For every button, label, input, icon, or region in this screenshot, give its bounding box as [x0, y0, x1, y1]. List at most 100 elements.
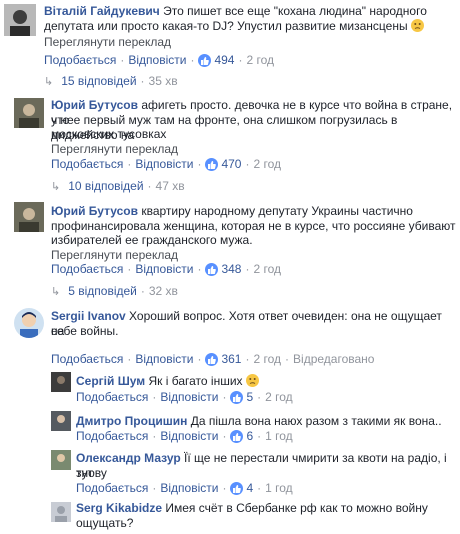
comment-text: избирателей ее гражданского мужа.: [51, 233, 253, 247]
like-link[interactable]: Подобається: [51, 352, 123, 366]
reply-arrow-icon: ↳: [44, 75, 54, 88]
replies-count[interactable]: 15 відповідей: [61, 74, 136, 88]
comment-actions: Подобається · Відповісти · 361 · 2 год · Від…: [51, 352, 375, 366]
comment-actions: Подобається · Відповісти · 5 · 2 год: [76, 390, 293, 404]
avatar[interactable]: [51, 372, 71, 392]
author-name[interactable]: Віталій Гайдукевич: [44, 4, 160, 18]
thumbs-up-icon: [205, 262, 219, 276]
avatar-image: [14, 98, 44, 128]
timestamp[interactable]: 1 год: [265, 429, 293, 443]
comment-text: Имея счёт в Сбербанке рф как то можно во…: [165, 501, 428, 515]
avatar[interactable]: [51, 502, 71, 522]
avatar[interactable]: [51, 411, 71, 431]
like-count[interactable]: 470: [221, 157, 241, 171]
reply-link[interactable]: Відповісти: [135, 262, 193, 276]
like-count[interactable]: 5: [246, 390, 253, 404]
like-link[interactable]: Подобається: [44, 53, 116, 67]
author-name[interactable]: Юрий Бутусов: [51, 204, 138, 218]
reply-link[interactable]: Відповісти: [128, 53, 186, 67]
thumbs-up-icon: [198, 53, 212, 67]
thumbs-up-icon: [230, 390, 244, 404]
thumbs-up-icon: [205, 157, 219, 171]
comment-text: себе войны.: [51, 324, 119, 338]
like-link[interactable]: Подобається: [76, 429, 148, 443]
author-name[interactable]: Олександр Мазур: [76, 451, 181, 465]
avatar[interactable]: [14, 98, 44, 128]
reply: Serg Kikabidze Имея счёт в Сбербанке рф …: [0, 498, 460, 534]
comment-text: Да пішла вона наюх разом з такими як вон…: [190, 414, 442, 428]
like-link[interactable]: Подобається: [76, 390, 148, 404]
replies-time: 47 хв: [155, 179, 185, 193]
author-name[interactable]: Serg Kikabidze: [76, 501, 162, 515]
reply-link[interactable]: Відповісти: [160, 390, 218, 404]
reply-link[interactable]: Відповісти: [135, 157, 193, 171]
like-link[interactable]: Подобається: [51, 157, 123, 171]
comment: Юрий Бутусов квартиру народному депутату…: [0, 198, 460, 298]
avatar[interactable]: [51, 450, 71, 470]
edited-label[interactable]: Відредаговано: [293, 352, 374, 366]
avatar[interactable]: [14, 202, 44, 232]
comment-text: Это пишет все еще "кохана людина" народн…: [163, 4, 427, 18]
comment-text: квартиру народному депутату Украины част…: [141, 204, 413, 218]
reply: Дмитро Процишин Да пішла вона наюх разом…: [0, 407, 460, 445]
comment-text: депутата или просто какая-то DJ? Упустил…: [44, 19, 408, 33]
reply: Олександр Мазур Її ще не перестали чмири…: [0, 446, 460, 496]
comment-actions: Подобається · Відповісти · 4 · 1 год: [76, 481, 293, 495]
timestamp[interactable]: 2 год: [265, 390, 293, 404]
see-translation-link[interactable]: Переглянути переклад: [51, 142, 178, 156]
see-translation-link[interactable]: Переглянути переклад: [44, 35, 171, 49]
confused-emoji-icon: [410, 19, 424, 32]
author-name[interactable]: Сергій Шум: [76, 374, 145, 388]
reply: Сергій Шум Як і багато інших Подобається…: [0, 368, 460, 406]
comment-text: ощущать?: [76, 516, 134, 530]
like-count[interactable]: 6: [246, 429, 253, 443]
reply-link[interactable]: Відповісти: [135, 352, 193, 366]
view-replies-link[interactable]: ↳ 10 відповідей · 47 хв: [51, 179, 185, 193]
comment-actions: Подобається · Відповісти · 348 · 2 год: [51, 262, 282, 276]
timestamp[interactable]: 2 год: [253, 352, 281, 366]
reply-arrow-icon: ↳: [51, 180, 61, 193]
timestamp[interactable]: 2 год: [253, 157, 281, 171]
timestamp[interactable]: 2 год: [246, 53, 274, 67]
replies-time: 32 хв: [148, 284, 178, 298]
view-replies-link[interactable]: ↳ 5 відповідей · 32 хв: [51, 284, 178, 298]
reply-link[interactable]: Відповісти: [160, 481, 218, 495]
author-name[interactable]: Дмитро Процишин: [76, 414, 187, 428]
like-link[interactable]: Подобається: [51, 262, 123, 276]
view-replies-link[interactable]: ↳ 15 відповідей · 35 хв: [44, 74, 178, 88]
avatar-image: [51, 502, 71, 522]
timestamp[interactable]: 1 год: [265, 481, 293, 495]
see-translation-link[interactable]: Переглянути переклад: [51, 248, 178, 262]
avatar-image: [14, 308, 44, 338]
avatar[interactable]: [14, 308, 44, 338]
author-name[interactable]: Sergii Ivanov: [51, 309, 126, 323]
comment-text: знову: [76, 466, 107, 480]
like-count[interactable]: 361: [221, 352, 241, 366]
thumbs-up-icon: [205, 352, 219, 366]
like-link[interactable]: Подобається: [76, 481, 148, 495]
comment-actions: Подобається · Відповісти · 494 · 2 год: [44, 53, 275, 67]
like-count[interactable]: 494: [214, 53, 234, 67]
thumbs-up-icon: [230, 481, 244, 495]
avatar-image: [14, 202, 44, 232]
replies-count[interactable]: 5 відповідей: [68, 284, 137, 298]
confused-emoji-icon: [245, 374, 259, 387]
timestamp[interactable]: 2 год: [253, 262, 281, 276]
comment-actions: Подобається · Відповісти · 6 · 1 год: [76, 429, 293, 443]
avatar-image: [51, 411, 71, 431]
comment: Віталій Гайдукевич Это пишет все еще "ко…: [0, 0, 460, 96]
like-count[interactable]: 4: [246, 481, 253, 495]
avatar-image: [51, 372, 71, 392]
avatar[interactable]: [4, 4, 36, 36]
comment-text: профинансировала женщина, которая не в к…: [51, 219, 456, 233]
replies-count[interactable]: 10 відповідей: [68, 179, 143, 193]
reply-arrow-icon: ↳: [51, 285, 61, 298]
replies-time: 35 хв: [148, 74, 178, 88]
thumbs-up-icon: [230, 429, 244, 443]
reply-link[interactable]: Відповісти: [160, 429, 218, 443]
like-count[interactable]: 348: [221, 262, 241, 276]
author-name[interactable]: Юрий Бутусов: [51, 98, 138, 112]
avatar-image: [51, 450, 71, 470]
comment: Sergii Ivanov Хороший вопрос. Хотя ответ…: [0, 305, 460, 367]
comment-text: московских тусовках: [51, 127, 167, 141]
